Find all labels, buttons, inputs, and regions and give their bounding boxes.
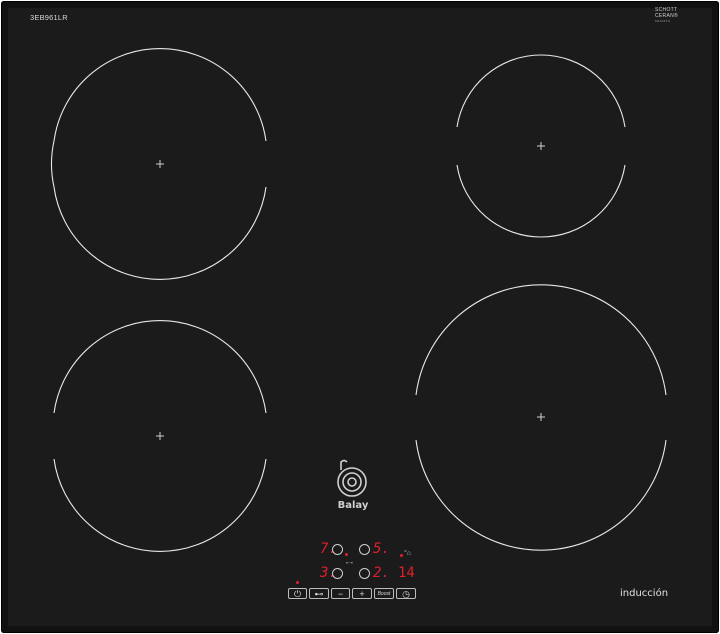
zone-rear-right-center-mark xyxy=(537,142,545,150)
timer-display: 14 xyxy=(398,565,415,581)
zone-rear-left-center-mark xyxy=(156,160,164,168)
zone-select-rear-right[interactable] xyxy=(359,544,370,555)
zone-rear-left xyxy=(50,140,55,188)
display-front-right: 2. xyxy=(373,565,390,581)
power-button[interactable]: ⏻ xyxy=(288,588,307,599)
plus-button[interactable]: + xyxy=(352,588,372,599)
zone-select-front-left[interactable] xyxy=(332,568,343,579)
zone-front-left-arc-bottom xyxy=(53,458,267,552)
child-lock-button[interactable]: ⊷ xyxy=(309,588,329,599)
induction-label: inducción xyxy=(620,588,669,599)
brand-name: Balay xyxy=(337,500,369,511)
zone-front-right-arc-bottom xyxy=(415,439,667,551)
display-rear-right: 5. xyxy=(373,541,390,557)
zone-select-front-right[interactable] xyxy=(359,568,370,579)
zone-front-left-center-mark xyxy=(156,432,164,440)
zone-front-left-arc-top xyxy=(53,320,267,414)
zone-rear-right-arc-top xyxy=(456,54,626,128)
timer-alarm-icon: °⌂ xyxy=(404,550,412,557)
timer-button[interactable]: ◷ xyxy=(396,588,416,599)
combine-zone-label: ⇤⇥ xyxy=(346,560,353,565)
zone-front-right-center-mark xyxy=(537,413,545,421)
zone-rear-right-arc-bottom xyxy=(456,164,626,238)
boost-button[interactable]: Boost xyxy=(374,588,394,599)
indicator-rear-left xyxy=(345,553,348,556)
timer-indicator-dot xyxy=(400,554,403,557)
zone-front-right-arc-top xyxy=(415,284,667,396)
balay-logo-icon xyxy=(337,459,367,497)
minus-button[interactable]: − xyxy=(331,588,350,599)
zone-rear-left-arc-bottom xyxy=(53,186,267,280)
power-indicator-dot xyxy=(296,581,299,584)
cooking-zones xyxy=(50,48,667,552)
zone-select-rear-left[interactable] xyxy=(332,544,343,555)
zone-rear-left-arc-top xyxy=(53,48,267,142)
